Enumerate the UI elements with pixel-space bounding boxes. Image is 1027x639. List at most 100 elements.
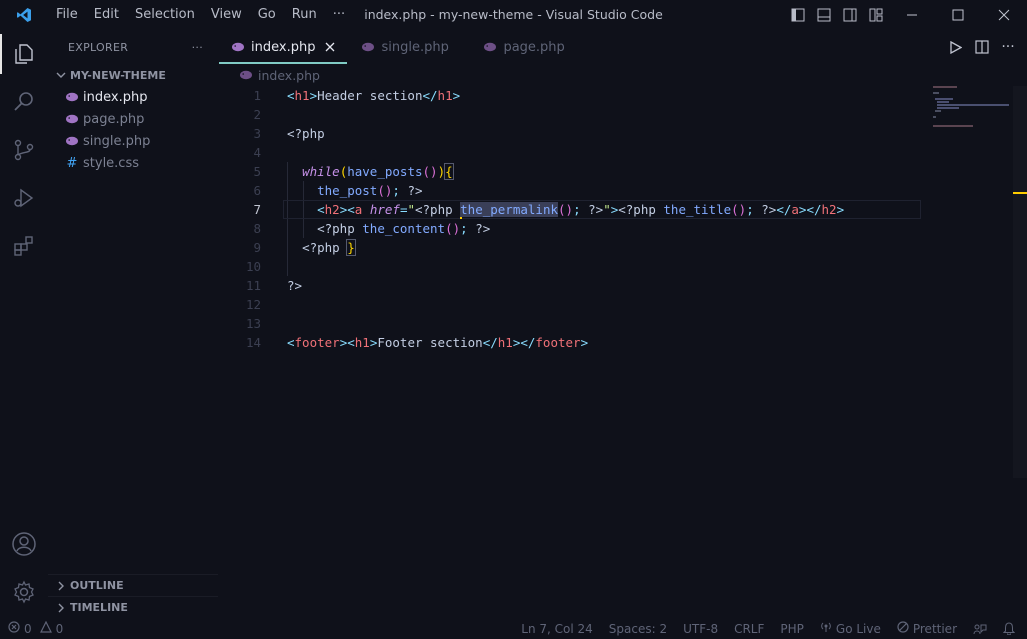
toggle-secondary-sidebar-icon[interactable] (837, 0, 863, 30)
outline-label: OUTLINE (70, 579, 124, 592)
extensions-icon[interactable] (0, 222, 48, 270)
explorer-more-button[interactable]: ··· (192, 41, 203, 54)
line-number: 4 (253, 145, 261, 160)
close-icon[interactable] (325, 42, 335, 52)
php-elephant-icon (64, 92, 80, 102)
menu-more[interactable]: ··· (325, 0, 353, 30)
line-number: 2 (253, 107, 261, 122)
folder-header[interactable]: MY-NEW-THEME (48, 64, 217, 86)
line-number: 14 (245, 335, 261, 350)
vscode-logo-icon (0, 0, 48, 30)
line-number: 7 (253, 202, 261, 217)
explorer-sidebar: EXPLORER ··· MY-NEW-THEME index.php page… (48, 30, 218, 618)
activity-bar (0, 30, 48, 618)
end-of-line[interactable]: CRLF (734, 622, 764, 636)
file-label: index.php (83, 89, 148, 105)
menu-edit[interactable]: Edit (86, 0, 127, 30)
php-elephant-icon (64, 114, 80, 124)
php-elephant-icon (361, 42, 375, 52)
cursor-position[interactable]: Ln 7, Col 24 (521, 622, 593, 636)
feedback-icon[interactable] (973, 623, 987, 635)
line-number: 3 (253, 126, 261, 141)
explorer-title: EXPLORER (68, 40, 129, 54)
toggle-primary-sidebar-icon[interactable] (785, 0, 811, 30)
file-item-single[interactable]: single.php (48, 130, 217, 152)
line-number: 6 (253, 183, 261, 198)
settings-gear-icon[interactable] (0, 568, 48, 616)
close-window-icon[interactable] (981, 0, 1027, 30)
editor-area: index.php single.php page.php ··· index.… (219, 30, 1027, 618)
indentation[interactable]: Spaces: 2 (609, 622, 667, 636)
line-number: 13 (245, 316, 261, 331)
account-icon[interactable] (0, 520, 48, 568)
line-number: 5 (253, 164, 261, 179)
code-line-1: <h1>Header section</h1> (287, 88, 461, 103)
code-line-9: <?php } (302, 239, 356, 256)
tab-page-php[interactable]: page.php (465, 30, 576, 64)
menu-selection[interactable]: Selection (127, 0, 203, 30)
code-line-14: <footer><h1>Footer section</h1></footer> (287, 335, 589, 350)
menu-file[interactable]: File (48, 0, 86, 30)
minimap[interactable] (933, 86, 1013, 127)
warning-icon (39, 620, 52, 636)
file-item-index[interactable]: index.php (48, 86, 217, 108)
encoding[interactable]: UTF-8 (683, 622, 718, 636)
menu-run[interactable]: Run (284, 0, 325, 30)
line-number: 9 (253, 240, 261, 255)
customize-layout-icon[interactable] (863, 0, 889, 30)
code-line-5: while(have_posts()){ (302, 163, 454, 180)
tab-single-php[interactable]: single.php (347, 30, 465, 64)
php-elephant-icon (64, 136, 80, 146)
language-mode[interactable]: PHP (780, 622, 804, 636)
line-number: 1 (253, 88, 261, 103)
menu-view[interactable]: View (203, 0, 250, 30)
run-debug-icon[interactable] (0, 174, 48, 222)
status-bar: 0 0 Ln 7, Col 24 Spaces: 2 UTF-8 CRLF PH… (0, 618, 1027, 639)
toggle-panel-icon[interactable] (811, 0, 837, 30)
breadcrumb: index.php (219, 64, 1027, 86)
vertical-scrollbar[interactable] (1013, 86, 1027, 478)
maximize-icon[interactable] (935, 0, 981, 30)
warning-count: 0 (55, 621, 64, 636)
file-item-style[interactable]: # style.css (48, 152, 217, 174)
code-line-3: <?php (287, 126, 325, 141)
file-label: style.css (83, 155, 139, 171)
tab-index-php[interactable]: index.php (219, 30, 348, 64)
problems-indicator[interactable]: 0 0 (8, 620, 64, 636)
scrollbar-cursor-marker (1013, 192, 1027, 194)
tab-label: single.php (381, 39, 449, 55)
code-line-6: the_post(); ?> (317, 183, 423, 198)
search-icon[interactable] (0, 78, 48, 126)
title-bar: File Edit Selection View Go Run ··· inde… (0, 0, 1027, 30)
notifications-bell-icon[interactable] (1003, 622, 1015, 635)
file-item-page[interactable]: page.php (48, 108, 217, 130)
more-actions-icon[interactable]: ··· (999, 38, 1017, 56)
line-number: 12 (245, 297, 261, 312)
menu-go[interactable]: Go (250, 0, 284, 30)
source-control-icon[interactable] (0, 126, 48, 174)
error-icon (8, 621, 20, 636)
php-elephant-icon (483, 42, 497, 52)
prohibited-icon (897, 621, 909, 636)
error-count: 0 (24, 621, 32, 636)
file-label: page.php (83, 111, 145, 127)
explorer-icon[interactable] (0, 30, 48, 78)
menu-bar: File Edit Selection View Go Run ··· (48, 0, 353, 30)
prettier-button[interactable]: Prettier (897, 621, 957, 636)
timeline-section[interactable]: TIMELINE (48, 596, 218, 618)
chevron-right-icon (54, 601, 68, 615)
prettier-label: Prettier (912, 621, 957, 636)
outline-section[interactable]: OUTLINE (48, 574, 218, 596)
tab-label: index.php (251, 39, 316, 55)
minimize-icon[interactable] (889, 0, 935, 30)
code-editor[interactable]: 1 <h1>Header section</h1> 2 3 <?php 4 5 wh… (219, 86, 1014, 618)
breadcrumb-file[interactable]: index.php (258, 68, 320, 83)
go-live-button[interactable]: Go Live (820, 621, 881, 636)
code-line-7: <h2><a href="<?php the_permalink(); ?>">… (317, 202, 845, 219)
tab-bar: index.php single.php page.php ··· (219, 30, 1027, 64)
file-label: single.php (83, 133, 151, 149)
line-number: 8 (253, 221, 261, 236)
php-elephant-icon (231, 42, 245, 52)
run-file-icon[interactable] (947, 38, 965, 56)
split-editor-icon[interactable] (973, 38, 991, 56)
